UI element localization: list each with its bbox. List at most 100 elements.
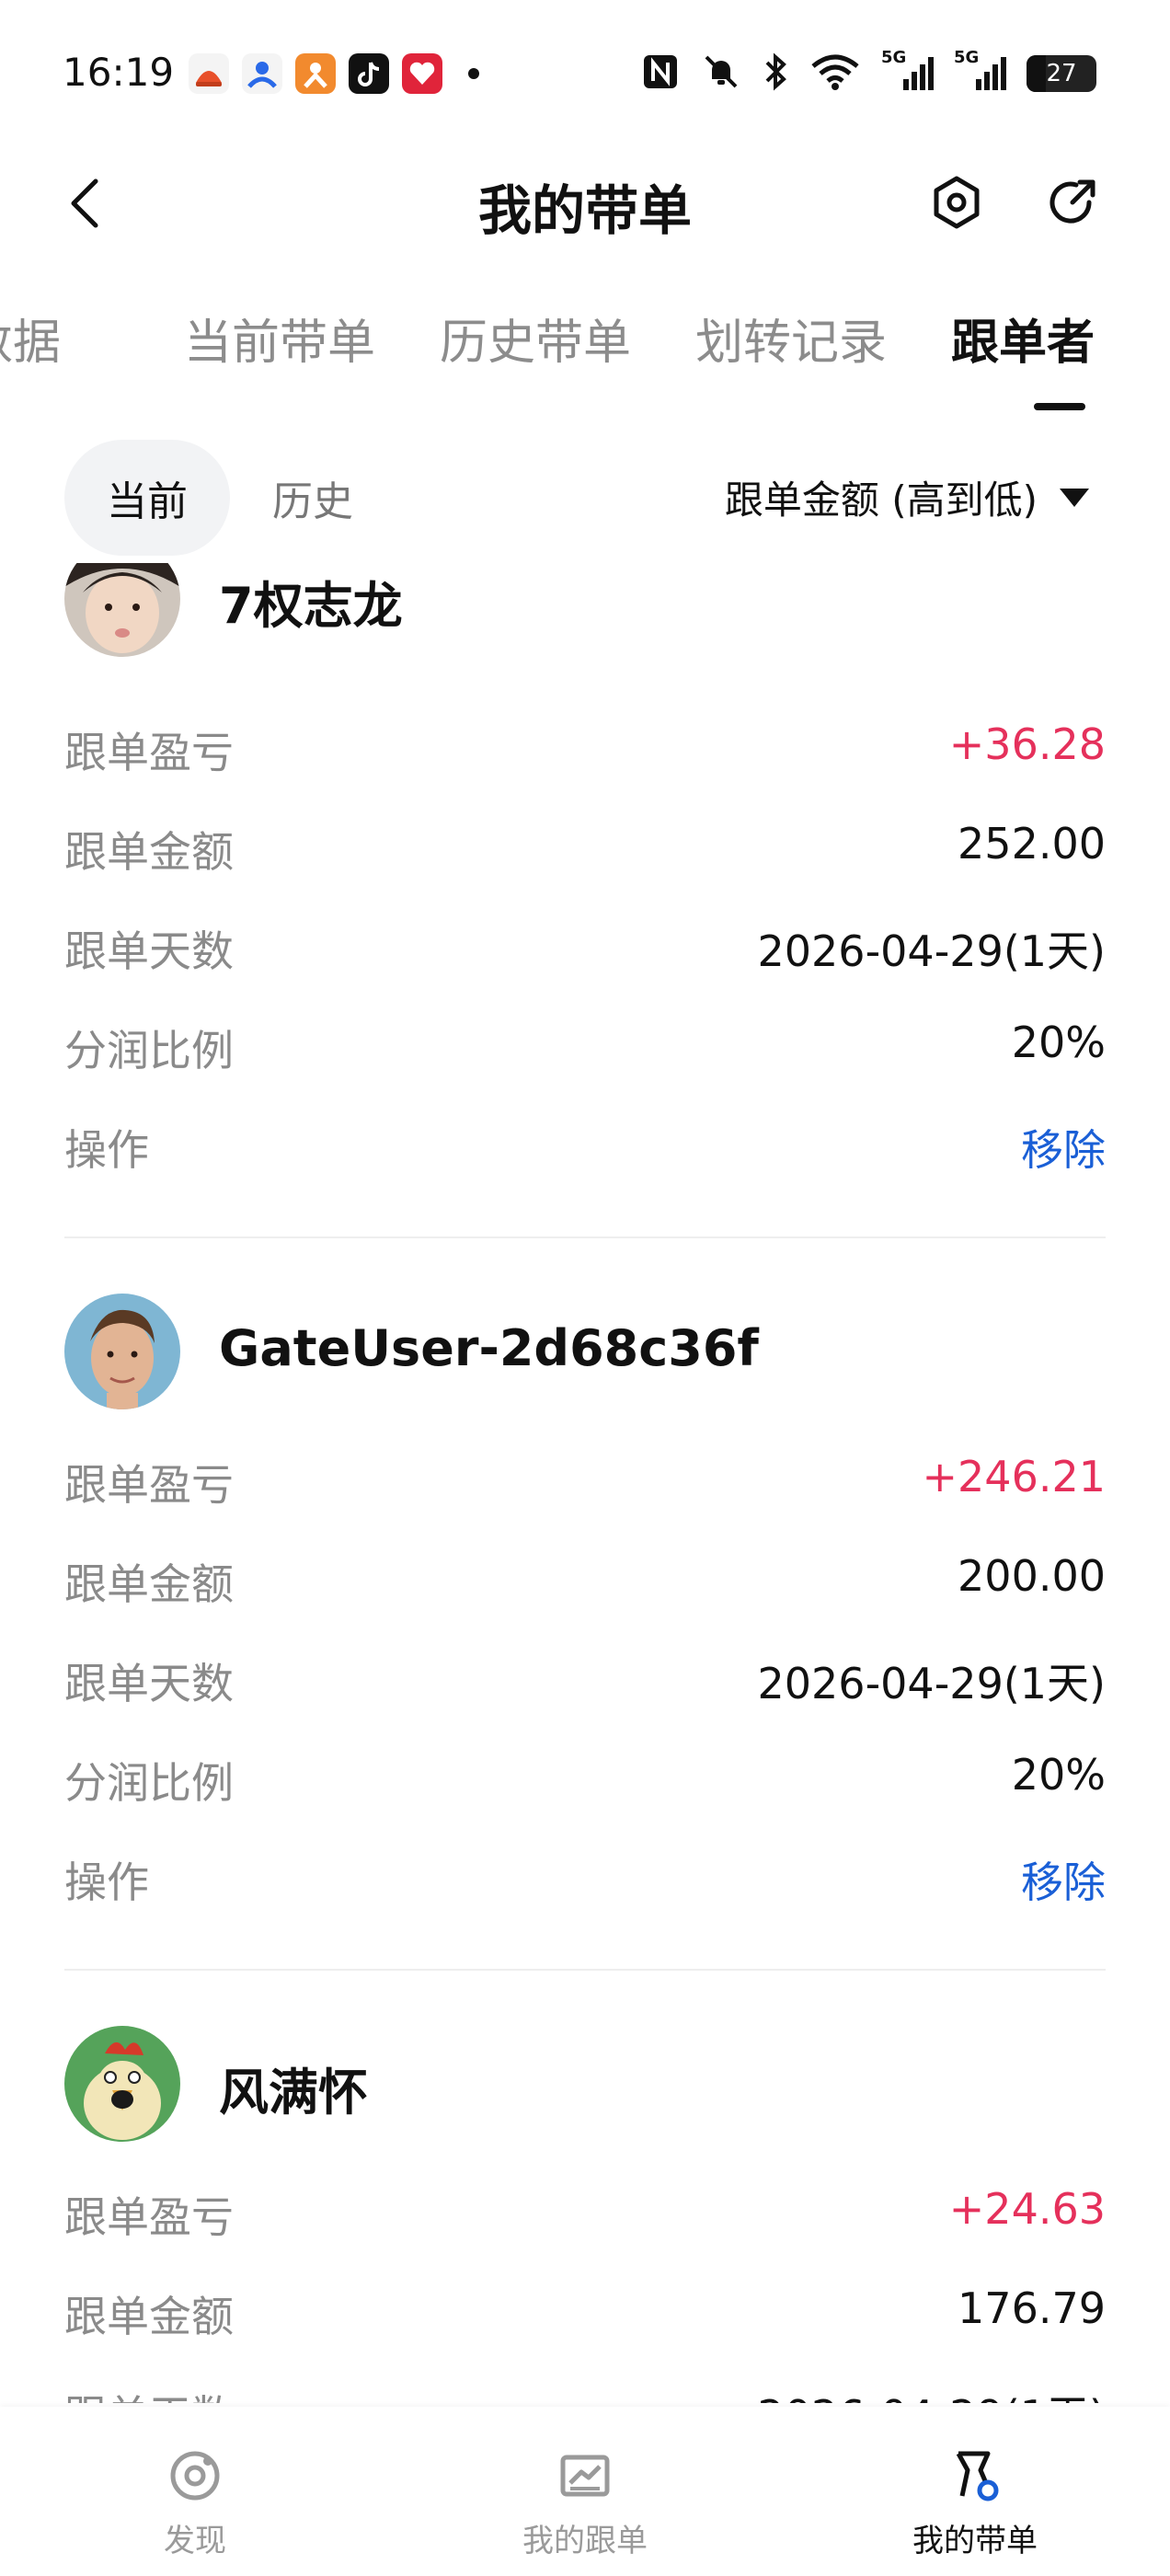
- gear-icon: [934, 176, 980, 229]
- avatar[interactable]: [64, 563, 180, 657]
- detail-row: 跟单盈亏 +246.21: [64, 1430, 1106, 1529]
- follower-list[interactable]: 7权志龙 跟单盈亏 +36.28 跟单金额 252.00 跟单天数 2026-0…: [64, 563, 1106, 2403]
- caret-down-icon: [1060, 488, 1089, 507]
- sub-tabs: 当前 历史: [64, 440, 396, 556]
- follow-amount-value: 252.00: [958, 819, 1106, 868]
- network-label: 5G: [881, 48, 907, 67]
- page-title: 我的带单: [477, 179, 692, 242]
- sort-label: 跟单金额 (高到低): [724, 477, 1038, 523]
- detail-row: 分润比例 20%: [64, 995, 1106, 1095]
- notification-icons: [189, 53, 479, 94]
- detail-row: 分润比例 20%: [64, 1728, 1106, 1827]
- signal-icon: 5G: [881, 48, 934, 90]
- profit-share-value: 20%: [1011, 1750, 1106, 1800]
- more-notifications-dot: [468, 68, 479, 79]
- chart-icon: [553, 2444, 617, 2508]
- status-time: 16:19: [63, 50, 175, 95]
- row-label: 操作: [64, 1857, 149, 1907]
- share-button[interactable]: [1039, 169, 1106, 236]
- settings-button[interactable]: [923, 169, 990, 236]
- follower-card: 风满怀 跟单盈亏 +24.63 跟单金额 176.79 跟单天数 2026-04…: [64, 2026, 1106, 2403]
- nav-my-copy-trades[interactable]: 我的跟单: [447, 2407, 723, 2576]
- detail-row: 跟单天数 2026-04-29(1天): [64, 2361, 1106, 2403]
- app-notification-icon: [402, 53, 442, 94]
- nav-discover[interactable]: 发现: [57, 2407, 333, 2576]
- share-icon: [1050, 179, 1095, 224]
- remove-button[interactable]: 移除: [1021, 1849, 1106, 1910]
- nav-label: 我的带单: [912, 2523, 1038, 2559]
- divider: [64, 1236, 1106, 1238]
- follower-card: 7权志龙 跟单盈亏 +36.28 跟单金额 252.00 跟单天数 2026-0…: [64, 563, 1106, 1194]
- remove-button[interactable]: 移除: [1021, 1117, 1106, 1178]
- nav-label: 发现: [164, 2523, 226, 2559]
- follower-name: 风满怀: [219, 2064, 368, 2122]
- detail-row: 跟单金额 176.79: [64, 2261, 1106, 2361]
- row-label: 跟单盈亏: [64, 728, 234, 777]
- mute-icon: [701, 52, 741, 96]
- main-tabs: 数据 当前带单 历史带单 划转记录 跟单者: [0, 304, 1170, 405]
- divider: [64, 1969, 1106, 1971]
- row-label: 分润比例: [64, 1026, 234, 1075]
- detail-row: 跟单盈亏 +36.28: [64, 697, 1106, 797]
- follow-pnl-value: +36.28: [948, 719, 1106, 769]
- tab-data[interactable]: 数据: [0, 304, 61, 373]
- trader-icon: [943, 2444, 1007, 2508]
- battery-level: 27: [1046, 60, 1077, 87]
- follow-amount-value: 176.79: [958, 2283, 1106, 2333]
- follow-days-value: 2026-04-29(1天): [757, 926, 1107, 976]
- system-status-icons: 5G 5G 27: [640, 48, 1096, 96]
- follow-pnl-value: +24.63: [948, 2184, 1106, 2234]
- tab-transfer-records[interactable]: 划转记录: [695, 304, 887, 373]
- follow-pnl-value: +246.21: [922, 1452, 1107, 1501]
- row-label: 跟单天数: [64, 1659, 234, 1708]
- follower-name: 7权志龙: [219, 577, 403, 635]
- tiktok-icon: [349, 53, 389, 94]
- bottom-nav: 发现 我的跟单 我的带单: [0, 2407, 1170, 2576]
- detail-row: 跟单盈亏 +24.63: [64, 2162, 1106, 2261]
- subtab-history[interactable]: 历史: [230, 440, 396, 556]
- row-label: 跟单盈亏: [64, 1460, 234, 1510]
- tab-indicator: [1034, 403, 1085, 410]
- discover-icon: [163, 2444, 227, 2508]
- network-label: 5G: [954, 48, 980, 67]
- profit-share-value: 20%: [1011, 1018, 1106, 1067]
- nav-my-lead-trades[interactable]: 我的带单: [837, 2407, 1113, 2576]
- row-label: 跟单天数: [64, 2383, 234, 2403]
- status-bar: 16:19 5G 5G 27: [0, 0, 1170, 138]
- tab-history-lead[interactable]: 历史带单: [440, 304, 631, 373]
- row-label: 操作: [64, 1125, 149, 1175]
- row-label: 跟单金额: [64, 1559, 234, 1609]
- wifi-icon: [809, 52, 861, 96]
- detail-row: 操作 移除: [64, 1827, 1106, 1926]
- row-label: 跟单天数: [64, 926, 234, 976]
- avatar[interactable]: [64, 1294, 180, 1409]
- detail-row: 跟单金额 200.00: [64, 1529, 1106, 1628]
- follow-days-value: 2026-04-29(1天): [757, 1659, 1107, 1708]
- app-notification-icon: [242, 53, 282, 94]
- subtab-current[interactable]: 当前: [64, 440, 230, 556]
- nfc-icon: [640, 52, 681, 96]
- follow-days-value: 2026-04-29(1天): [758, 2383, 1107, 2403]
- detail-row: 跟单天数 2026-04-29(1天): [64, 896, 1106, 995]
- signal-icon: 5G: [954, 48, 1006, 90]
- row-label: 跟单金额: [64, 827, 234, 877]
- follower-name: GateUser-2d68c36f: [219, 1319, 759, 1377]
- follower-card: GateUser-2d68c36f 跟单盈亏 +246.21 跟单金额 200.…: [64, 1294, 1106, 1926]
- app-header: 我的带单: [0, 147, 1170, 258]
- row-label: 跟单盈亏: [64, 2192, 234, 2242]
- nav-label: 我的跟单: [522, 2523, 648, 2559]
- detail-row: 操作 移除: [64, 1095, 1106, 1194]
- row-label: 跟单金额: [64, 2292, 234, 2341]
- detail-row: 跟单金额 252.00: [64, 797, 1106, 896]
- row-label: 分润比例: [64, 1758, 234, 1808]
- app-notification-icon: [189, 53, 229, 94]
- app-notification-icon: [295, 53, 336, 94]
- detail-row: 跟单天数 2026-04-29(1天): [64, 1628, 1106, 1728]
- battery-icon: 27: [1027, 55, 1096, 92]
- follow-amount-value: 200.00: [958, 1551, 1106, 1601]
- tab-current-lead[interactable]: 当前带单: [184, 304, 375, 373]
- avatar[interactable]: [64, 2026, 180, 2142]
- tab-followers[interactable]: 跟单者: [951, 304, 1095, 373]
- bluetooth-icon: [762, 52, 789, 96]
- sort-dropdown[interactable]: 跟单金额 (高到低): [725, 469, 1089, 525]
